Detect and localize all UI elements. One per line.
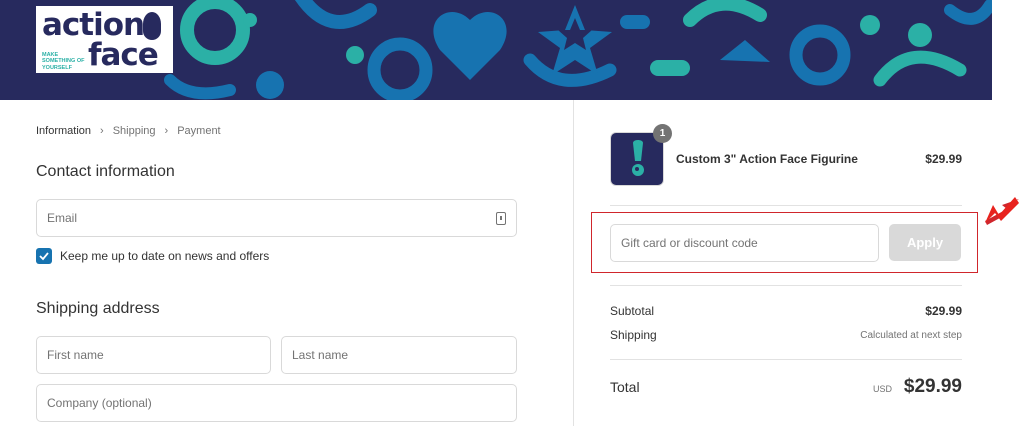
newsletter-label: Keep me up to date on news and offers — [60, 249, 270, 263]
first-name-field[interactable] — [47, 348, 270, 362]
breadcrumb-information[interactable]: Information — [36, 125, 91, 137]
total-row: Total USD $29.99 — [610, 376, 962, 398]
total-label: Total — [610, 379, 640, 395]
breadcrumb: Information › Shipping › Payment — [36, 125, 221, 137]
chevron-right-icon: › — [164, 125, 169, 137]
action-face-logo[interactable]: action MAKE SOMETHING OF YOURSELF face — [36, 6, 173, 73]
checkmark-icon — [39, 252, 49, 261]
chevron-right-icon: › — [100, 125, 104, 137]
product-name: Custom 3" Action Face Figurine — [676, 152, 858, 166]
summary-divider — [610, 285, 962, 286]
shipping-label: Shipping — [610, 328, 657, 342]
breadcrumb-payment[interactable]: Payment — [177, 125, 220, 137]
subtotal-label: Subtotal — [610, 304, 655, 318]
newsletter-checkbox[interactable] — [36, 248, 52, 264]
discount-code-field[interactable] — [621, 236, 878, 250]
email-field[interactable] — [47, 211, 516, 225]
header-banner: action MAKE SOMETHING OF YOURSELF face — [0, 0, 992, 100]
company-field[interactable] — [47, 396, 516, 410]
product-price: $29.99 — [925, 152, 962, 166]
contact-information-heading: Contact information — [36, 163, 175, 180]
first-name-wrapper — [36, 336, 271, 374]
summary-divider — [610, 205, 962, 206]
email-field-wrapper — [36, 199, 517, 237]
shipping-row: Shipping Calculated at next step — [610, 328, 962, 342]
subtotal-row: Subtotal $29.99 — [610, 304, 962, 318]
checkout-page: action MAKE SOMETHING OF YOURSELF face I… — [0, 0, 1024, 426]
last-name-wrapper — [281, 336, 517, 374]
subtotal-value: $29.99 — [925, 304, 962, 318]
company-wrapper — [36, 384, 517, 422]
summary-divider — [610, 359, 962, 360]
currency-code: USD — [872, 384, 892, 394]
last-name-field[interactable] — [292, 348, 516, 362]
total-amount-group: USD $29.99 — [873, 376, 962, 398]
red-arrow-icon — [985, 197, 1019, 225]
discount-code-wrapper — [610, 224, 879, 262]
shipping-address-heading: Shipping address — [36, 300, 160, 317]
logo-line2: face — [88, 37, 159, 73]
contact-card-icon — [496, 212, 506, 225]
breadcrumb-shipping[interactable]: Shipping — [113, 125, 156, 137]
logo-tagline: MAKE SOMETHING OF YOURSELF — [42, 52, 85, 71]
apply-button[interactable]: Apply — [889, 224, 961, 261]
shipping-value: Calculated at next step — [860, 329, 962, 341]
column-divider — [573, 100, 574, 426]
logo-exclamation-icon — [143, 12, 161, 40]
total-value: $29.99 — [903, 376, 962, 397]
quantity-badge: 1 — [653, 124, 672, 143]
